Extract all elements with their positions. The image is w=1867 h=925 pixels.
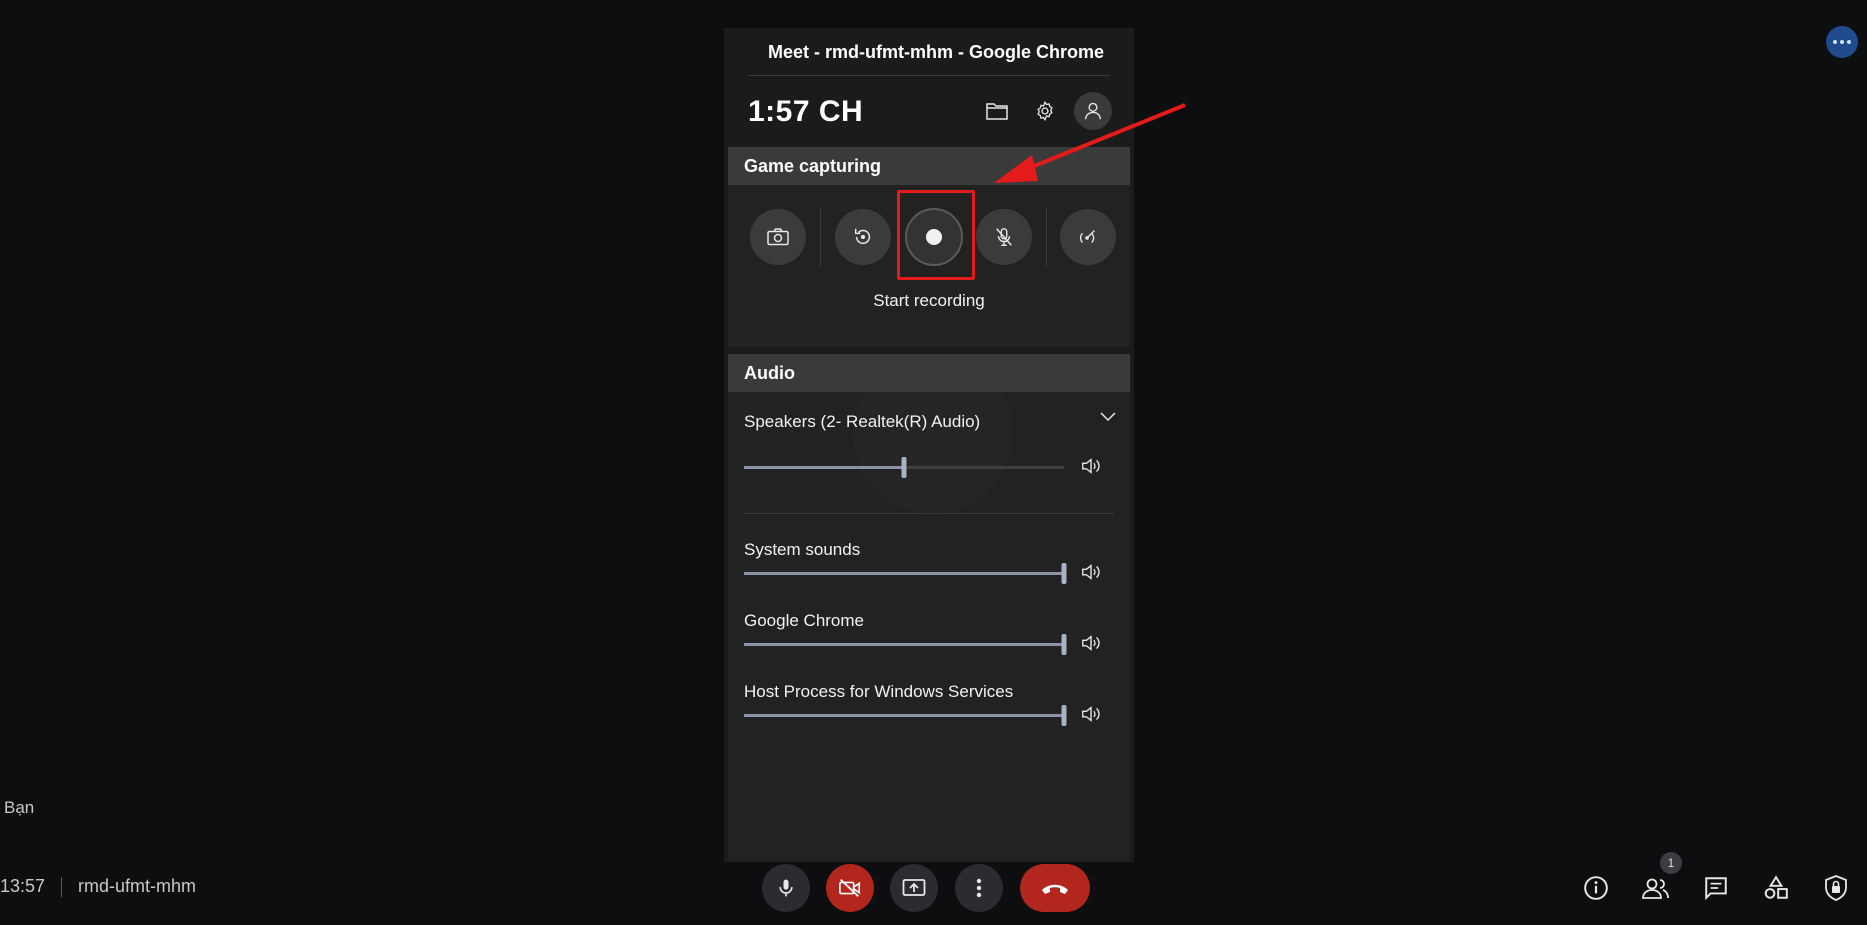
app-label-host-process: Host Process for Windows Services xyxy=(744,682,1014,701)
meeting-info-button[interactable] xyxy=(1580,872,1612,904)
meeting-time: 13:57 xyxy=(0,876,46,896)
meeting-details: 13:57 rmd-ufmt-mhm xyxy=(0,876,196,897)
chevron-down-icon[interactable] xyxy=(1100,412,1116,422)
chat-icon xyxy=(1705,877,1727,901)
camera-toggle-button[interactable] xyxy=(826,864,874,912)
activities-button[interactable] xyxy=(1760,872,1792,904)
separator xyxy=(61,876,63,897)
people-icon xyxy=(1642,878,1669,899)
present-screen-button[interactable] xyxy=(890,864,938,912)
participants-count-badge: 1 xyxy=(1660,852,1682,874)
more-vert-icon xyxy=(976,878,982,898)
record-last-30s-button[interactable] xyxy=(835,209,891,265)
people-button[interactable] xyxy=(1640,872,1672,904)
divider xyxy=(748,75,1110,76)
camera-icon xyxy=(767,228,789,246)
self-tile-label: Bạn xyxy=(4,798,35,817)
annotation-highlight-box xyxy=(897,190,975,280)
activities-icon xyxy=(1764,875,1788,899)
audio-widget: Audio Speakers (2- Realtek(R) Audio) Sys… xyxy=(728,354,1130,862)
speaker-icon[interactable] xyxy=(1080,703,1102,725)
mic-toggle-button[interactable] xyxy=(976,209,1032,265)
window-title: Meet - rmd-ufmt-mhm - Google Chrome xyxy=(768,42,1104,62)
shield-icon xyxy=(1825,875,1847,901)
master-volume-slider[interactable] xyxy=(744,457,1064,478)
app-volume-slider[interactable] xyxy=(744,634,1067,655)
app-label-google-chrome: Google Chrome xyxy=(744,611,865,630)
info-icon xyxy=(1584,876,1608,900)
phone-hangup-icon xyxy=(1042,884,1068,894)
app-volume-slider[interactable] xyxy=(744,705,1067,726)
divider xyxy=(1046,207,1047,267)
present-icon xyxy=(902,879,926,896)
speaker-icon[interactable] xyxy=(1080,632,1102,654)
chat-button[interactable] xyxy=(1700,872,1732,904)
more-options-button[interactable] xyxy=(1826,26,1858,58)
broadcast-button[interactable] xyxy=(1060,209,1116,265)
speaker-icon[interactable] xyxy=(1080,455,1102,477)
speaker-icon[interactable] xyxy=(1080,561,1102,583)
leave-call-button[interactable] xyxy=(1020,864,1090,912)
replay-icon xyxy=(854,228,871,245)
screenshot-button[interactable] xyxy=(750,209,806,265)
camera-off-icon xyxy=(839,879,861,897)
mic-off-icon xyxy=(996,228,1012,246)
divider xyxy=(820,207,821,267)
broadcast-icon xyxy=(1079,230,1095,243)
capture-caption: Start recording xyxy=(873,291,985,310)
host-controls-button[interactable] xyxy=(1820,872,1852,904)
output-device-select[interactable]: Speakers (2- Realtek(R) Audio) xyxy=(744,412,980,432)
mic-button[interactable] xyxy=(762,864,810,912)
meeting-code: rmd-ufmt-mhm xyxy=(78,876,197,896)
mic-icon xyxy=(779,879,793,897)
more-options-button[interactable] xyxy=(955,864,1003,912)
divider xyxy=(744,513,1114,514)
app-volume-slider[interactable] xyxy=(744,563,1067,584)
annotation-arrow xyxy=(994,103,1186,183)
app-label-system-sounds: System sounds xyxy=(744,540,861,559)
audio-section-title: Audio xyxy=(728,354,1130,392)
clock: 1:57 CH xyxy=(748,95,864,128)
